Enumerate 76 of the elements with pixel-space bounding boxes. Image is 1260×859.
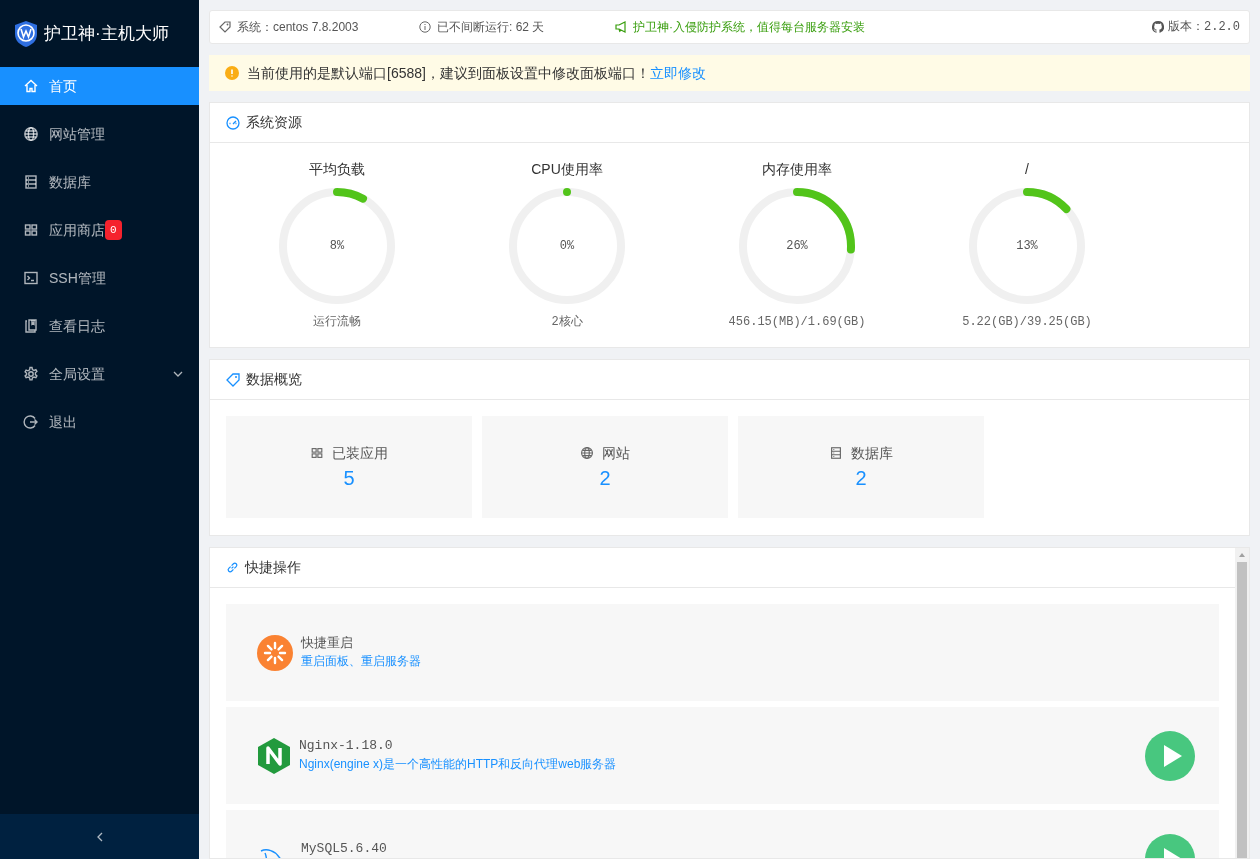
- nav-label: SSH管理: [49, 268, 106, 288]
- nav-item[interactable]: 全局设置: [0, 355, 199, 393]
- system-info: 系统：centos 7.8.2003: [237, 19, 360, 36]
- settings-icon: [23, 366, 39, 382]
- home-icon: [23, 78, 39, 94]
- stat-label: 数据库: [851, 443, 893, 463]
- nav-label: 网站管理: [49, 124, 105, 144]
- nav-item[interactable]: 数据库: [0, 163, 199, 201]
- stat-label: 网站: [602, 443, 630, 463]
- stat-value: 2: [599, 465, 611, 491]
- database-icon: [829, 446, 843, 460]
- nav-label: 退出: [49, 412, 77, 432]
- nginx-logo: [257, 736, 291, 775]
- brand-title: 护卫神·主机大师: [44, 22, 169, 45]
- database-icon: [23, 174, 39, 190]
- action-card[interactable]: 快捷重启 重启面板、重启服务器: [226, 604, 1219, 701]
- gauge-label: 平均负载: [309, 160, 365, 179]
- gauge-detail: 2核心: [551, 314, 583, 331]
- scrollbar[interactable]: [1235, 548, 1249, 858]
- version-info: 版本：2.2.0: [1168, 19, 1240, 36]
- logout-icon: [23, 414, 39, 430]
- nav-item[interactable]: 网站管理: [0, 115, 199, 153]
- globe-icon: [580, 446, 594, 460]
- action-card[interactable]: Nginx-1.18.0 Nginx(engine x)是一个高性能的HTTP和反向代理web服务器: [226, 707, 1219, 804]
- github-icon: [1152, 21, 1164, 33]
- megaphone-icon: [615, 21, 627, 33]
- warning-icon: [225, 66, 239, 80]
- gauge-label: 内存使用率: [762, 160, 832, 179]
- panel-title: 快捷操作: [245, 558, 301, 577]
- action-description: Nginx(engine x)是一个高性能的HTTP和反向代理web服务器: [299, 755, 617, 773]
- globe-icon: [23, 126, 39, 142]
- grid-icon: [310, 446, 324, 460]
- link-icon: [226, 561, 239, 574]
- gauge-detail: 5.22(GB)/39.25(GB): [962, 314, 1092, 331]
- nav-item[interactable]: 查看日志: [0, 307, 199, 345]
- restart-logo: [257, 634, 293, 671]
- tag-icon: [226, 372, 240, 387]
- gauge-detail: 运行流畅: [313, 314, 361, 331]
- nav-label: 数据库: [49, 172, 91, 192]
- gauge-value: 8%: [329, 238, 345, 255]
- uptime-info: 已不间断运行: 62 天: [437, 19, 546, 36]
- count-badge: 0: [105, 220, 122, 240]
- panel-title: 数据概览: [246, 370, 302, 389]
- shield-logo: [14, 19, 38, 48]
- tag-icon: [219, 21, 231, 33]
- nav-label: 查看日志: [49, 316, 105, 336]
- document-icon: [23, 318, 39, 334]
- nav-label: 首页: [49, 76, 77, 96]
- terminal-icon: [23, 270, 39, 286]
- action-name: 快捷重启: [301, 633, 354, 652]
- nav-item[interactable]: SSH管理: [0, 259, 199, 297]
- action-description: 重启面板、重启服务器: [301, 652, 421, 670]
- gauge-detail: 456.15(MB)/1.69(GB): [728, 314, 866, 331]
- promo-link[interactable]: 护卫神·入侵防护系统，值得每台服务器安装: [633, 18, 865, 36]
- gauge-value: 13%: [1016, 238, 1038, 255]
- action-name: MySQL5.6.40: [301, 839, 387, 858]
- action-name: Nginx-1.18.0: [299, 736, 394, 755]
- info-icon: [419, 21, 431, 33]
- gauge-label: /: [1025, 160, 1029, 179]
- nav-label: 应用商店: [49, 220, 105, 240]
- gauge-value: 26%: [786, 238, 808, 255]
- stat-value: 2: [855, 465, 867, 491]
- nav-item[interactable]: 应用商店 0: [0, 211, 199, 249]
- gauge-value: 0%: [559, 238, 575, 255]
- grid-icon: [23, 222, 39, 238]
- stat-value: 5: [343, 465, 355, 491]
- play-button[interactable]: [1145, 730, 1195, 781]
- dashboard-icon: [226, 115, 240, 130]
- nav-item[interactable]: 退出: [0, 403, 199, 441]
- gauge-label: CPU使用率: [531, 160, 603, 179]
- nav-label: 全局设置: [49, 364, 105, 384]
- chevron-icon: [173, 369, 183, 379]
- action-card[interactable]: MySQL5.6.40: [226, 810, 1219, 858]
- panel-title: 系统资源: [246, 113, 302, 132]
- warning-text: 当前使用的是默认端口[6588]，建议到面板设置中修改面板端口！立即修改: [247, 63, 706, 83]
- stat-label: 已装应用: [332, 443, 388, 463]
